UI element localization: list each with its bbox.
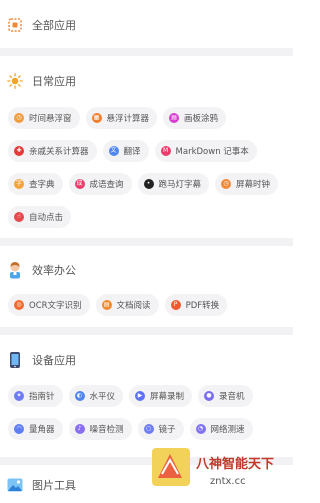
app-marquee-subtitle[interactable]: • 跑马灯字幕	[137, 173, 210, 195]
app-markdown-notepad[interactable]: M MarkDown 记事本	[154, 140, 257, 162]
image-icon	[6, 476, 24, 494]
section-title: 效率办公	[32, 264, 76, 277]
section-all-apps[interactable]: 全部应用	[0, 14, 293, 36]
dictionary-icon: 字	[14, 179, 24, 189]
watermark-logo: 八神智能天下 zntx.cc	[150, 444, 293, 499]
watermark-url: zntx.cc	[210, 476, 246, 487]
app-time-float-window[interactable]: ◷ 时间悬浮窗	[8, 107, 80, 129]
app-pdf-convert[interactable]: P PDF转换	[164, 294, 228, 316]
section-title: 日常应用	[32, 75, 76, 88]
device-apps-grid: ✦ 指南针 ◐ 水平仪 ▶ 屏幕录制 ● 录音机 ◠ 量角器 ♪ 噪音检测 ○ 镜子 ◔ 网络测…	[4, 385, 297, 451]
pdf-icon: P	[170, 300, 181, 310]
level-icon: ◐	[74, 391, 85, 401]
app-speed-test[interactable]: ◔ 网络测速	[189, 418, 253, 440]
clock-icon: ◷	[14, 113, 24, 123]
autoclick-icon: ☝	[14, 212, 24, 222]
app-screen-record[interactable]: ▶ 屏幕录制	[129, 385, 193, 407]
grid-icon	[6, 16, 24, 34]
watermark-text: 八神智能天下	[195, 456, 274, 472]
app-recorder[interactable]: ● 录音机	[198, 385, 253, 407]
section-title: 全部应用	[32, 19, 76, 32]
sun-icon	[6, 72, 24, 90]
protractor-icon: ◠	[14, 424, 24, 434]
app-auto-click[interactable]: ☝ 自动点击	[8, 206, 72, 228]
phone-icon	[6, 351, 24, 369]
daily-apps-grid: ◷ 时间悬浮窗 ▦ 悬浮计算器 ▤ 画板涂鸦 ✚ 亲戚关系计算器 文翻译 M MarkDo…	[4, 107, 297, 239]
app-document-reader[interactable]: ▤ 文档阅读	[95, 294, 159, 316]
office-apps-grid: ◎ OCR文字识别 ▤ 文档阅读 P PDF转换	[4, 294, 297, 327]
worker-icon	[6, 261, 24, 279]
app-idiom-search[interactable]: 成成语查询	[68, 173, 132, 195]
mic-icon: ●	[204, 391, 215, 401]
app-relative-calculator[interactable]: ✚ 亲戚关系计算器	[8, 140, 97, 162]
idiom-icon: 成	[74, 179, 85, 189]
translate-icon: 文	[108, 146, 119, 156]
mirror-icon: ○	[143, 424, 154, 434]
marquee-icon: •	[143, 179, 154, 189]
section-title: 图片工具	[32, 479, 76, 492]
palette-icon: ▤	[169, 113, 180, 123]
ocr-icon: ◎	[14, 300, 24, 310]
noise-icon: ♪	[74, 424, 85, 434]
section-office-apps: 效率办公	[0, 259, 293, 281]
app-screen-clock[interactable]: ◷ 屏幕时钟	[215, 173, 279, 195]
app-dictionary[interactable]: 字查字典	[8, 173, 63, 195]
section-device-apps: 设备应用	[0, 349, 293, 371]
speedtest-icon: ◔	[195, 424, 206, 434]
markdown-icon: M	[160, 146, 171, 156]
family-icon: ✚	[14, 146, 24, 156]
divider	[0, 327, 293, 335]
app-mirror[interactable]: ○ 镜子	[137, 418, 184, 440]
screen-clock-icon: ◷	[221, 179, 232, 189]
record-icon: ▶	[135, 391, 146, 401]
divider	[0, 238, 293, 246]
app-ocr[interactable]: ◎ OCR文字识别	[8, 294, 90, 316]
section-daily-apps: 日常应用	[0, 70, 293, 92]
app-translate[interactable]: 文翻译	[102, 140, 149, 162]
compass-icon: ✦	[14, 391, 24, 401]
divider	[0, 48, 293, 56]
calculator-icon: ▦	[91, 113, 102, 123]
app-compass[interactable]: ✦ 指南针	[8, 385, 63, 407]
app-noise-meter[interactable]: ♪ 噪音检测	[68, 418, 132, 440]
app-level[interactable]: ◐ 水平仪	[68, 385, 124, 407]
app-float-calculator[interactable]: ▦ 悬浮计算器	[85, 107, 158, 129]
section-title: 设备应用	[32, 354, 76, 367]
app-protractor[interactable]: ◠ 量角器	[8, 418, 63, 440]
app-drawing-board[interactable]: ▤ 画板涂鸦	[163, 107, 227, 129]
document-icon: ▤	[101, 300, 112, 310]
